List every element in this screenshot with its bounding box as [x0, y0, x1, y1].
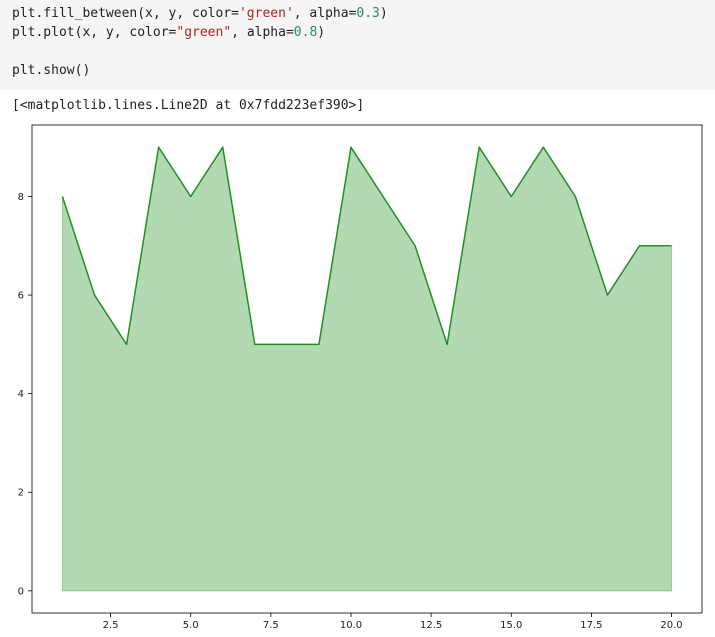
x-tick-label: 15.0 — [500, 620, 522, 631]
x-tick-label: 5.0 — [183, 620, 199, 631]
code-line-plot: plt.plot(x, y, color="green", alpha=0.8) — [12, 25, 326, 40]
y-tick-label: 4 — [18, 389, 24, 400]
area-fill — [61, 145, 673, 592]
x-tick-label: 2.5 — [103, 620, 119, 631]
x-tick-label: 7.5 — [263, 620, 279, 631]
y-tick-label: 2 — [18, 488, 24, 499]
output-repr: [<matplotlib.lines.Line2D at 0x7fdd223ef… — [12, 98, 365, 113]
chart: 2.5 5.0 7.5 10.0 12.5 15.0 17.5 20.0 0 2 4 6 8 — [18, 124, 703, 631]
y-tick-label: 6 — [18, 291, 24, 302]
code-line-fill-between: plt.fill_between(x, y, color='green', al… — [12, 6, 388, 21]
y-tick-label: 0 — [18, 586, 24, 597]
x-tick-label: 12.5 — [420, 620, 442, 631]
y-tick-label: 8 — [18, 192, 24, 203]
code-line-show: plt.show() — [12, 63, 91, 78]
code-cell[interactable]: plt.fill_between(x, y, color='green', al… — [0, 0, 715, 90]
x-tick-label: 10.0 — [340, 620, 362, 631]
x-tick-label: 17.5 — [580, 620, 602, 631]
x-tick-label: 20.0 — [660, 620, 682, 631]
